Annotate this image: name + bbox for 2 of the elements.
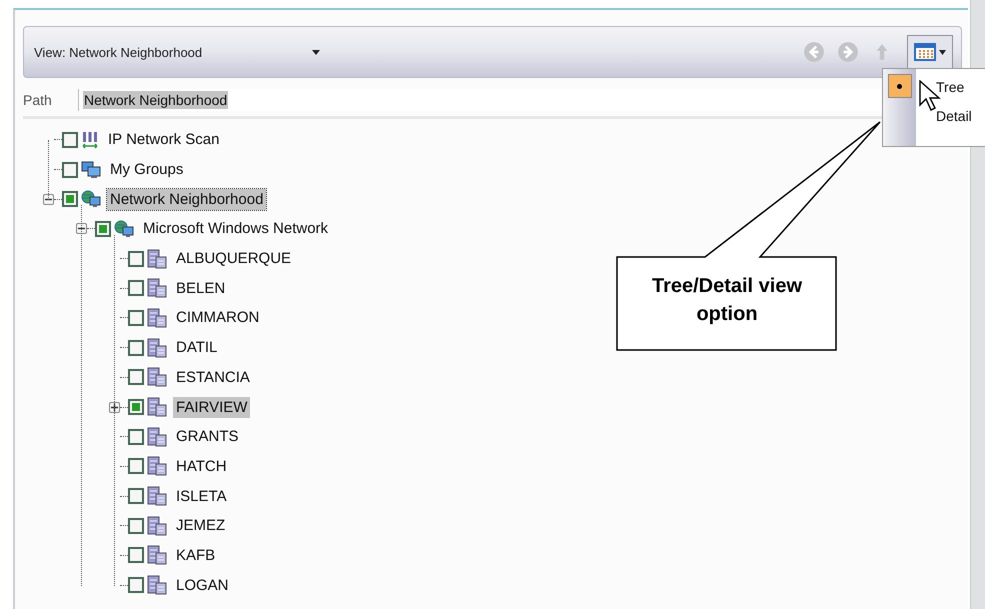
callout-text: Tree/Detail view option	[650, 274, 804, 327]
path-label: Path	[23, 92, 53, 108]
